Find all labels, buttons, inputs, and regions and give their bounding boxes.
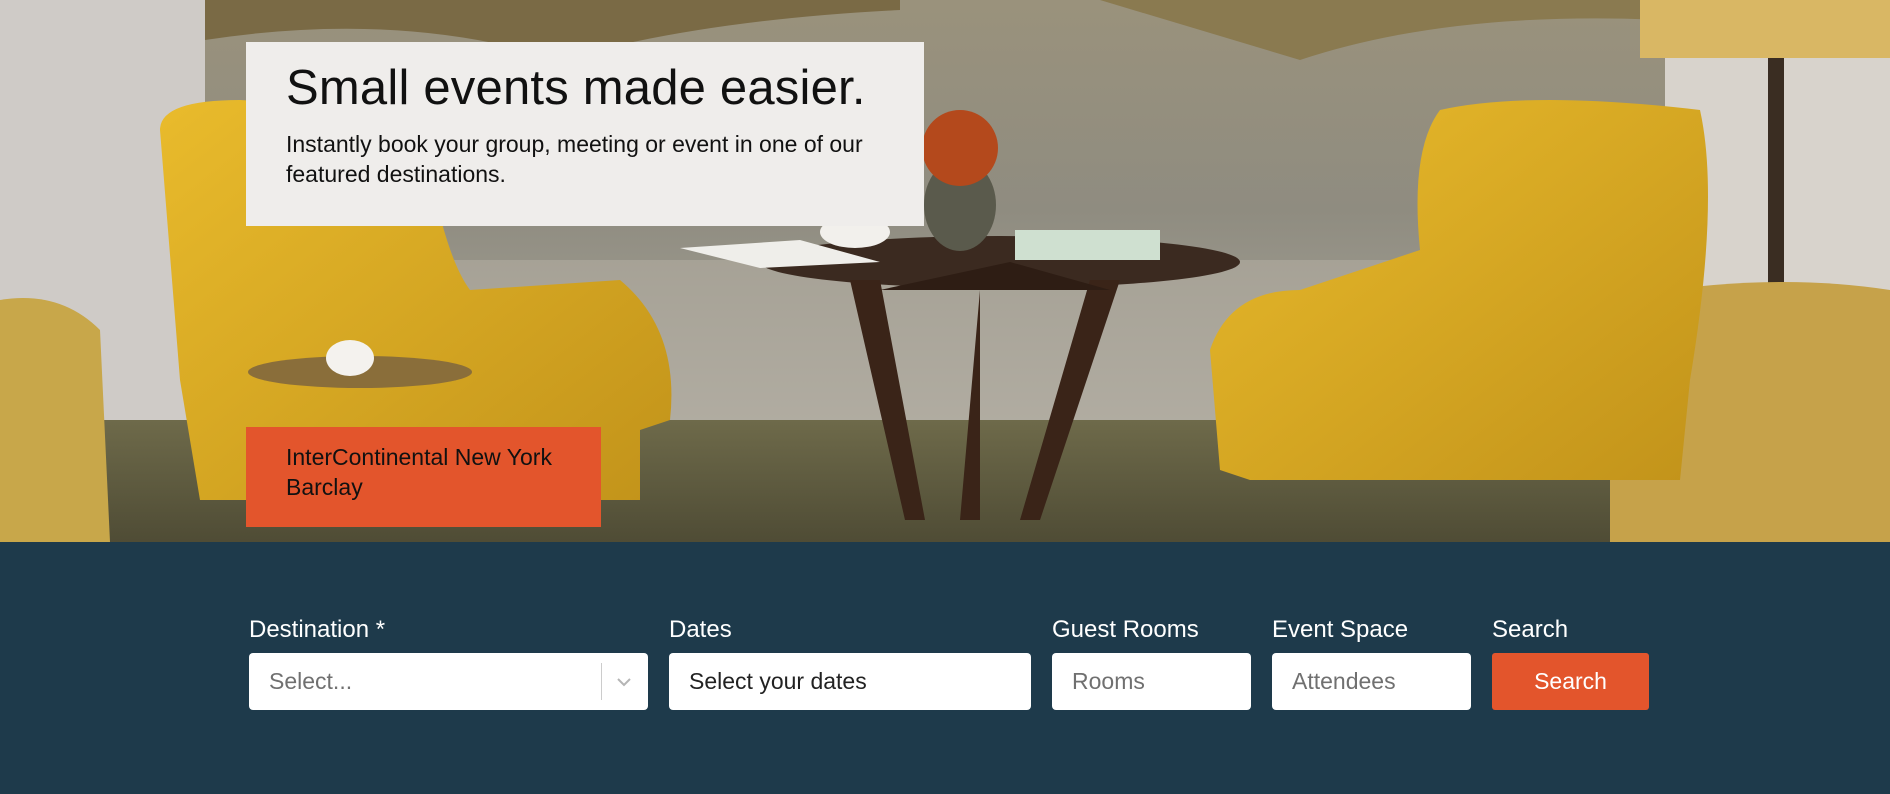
guest-rooms-field: Guest Rooms Rooms	[1052, 615, 1251, 710]
event-space-input[interactable]: Attendees	[1272, 653, 1471, 710]
hero-banner: Small events made easier. Instantly book…	[0, 0, 1890, 542]
event-space-label: Event Space	[1272, 616, 1409, 643]
dates-field: Dates Select your dates	[669, 615, 1031, 710]
dates-label: Dates	[669, 616, 732, 643]
guest-rooms-input[interactable]: Rooms	[1052, 653, 1251, 710]
event-space-placeholder: Attendees	[1292, 668, 1396, 694]
page-subtitle: Instantly book your group, meeting or ev…	[286, 130, 863, 187]
guest-rooms-label: Guest Rooms	[1052, 616, 1199, 643]
headline-card: Small events made easier. Instantly book…	[246, 42, 924, 226]
dates-input[interactable]: Select your dates	[669, 653, 1031, 710]
featured-hotel-name: InterContinental New York Barclay	[286, 444, 552, 500]
search-field: Search Search	[1492, 615, 1649, 710]
guest-rooms-placeholder: Rooms	[1072, 668, 1145, 694]
page-title: Small events made easier.	[286, 61, 866, 115]
dropdown-separator	[601, 663, 602, 700]
chevron-down-icon[interactable]	[612, 670, 636, 694]
featured-hotel-link[interactable]: InterContinental New York Barclay	[246, 427, 601, 527]
destination-select[interactable]: Select...	[249, 653, 648, 710]
search-bar: Destination * Select... Dates Select you…	[0, 542, 1890, 794]
dates-value: Select your dates	[689, 668, 867, 694]
search-button[interactable]: Search	[1492, 653, 1649, 710]
destination-field: Destination * Select...	[249, 615, 648, 710]
destination-placeholder: Select...	[269, 668, 353, 694]
event-space-field: Event Space Attendees	[1272, 615, 1471, 710]
destination-label: Destination *	[249, 616, 386, 643]
search-label: Search	[1492, 616, 1569, 643]
